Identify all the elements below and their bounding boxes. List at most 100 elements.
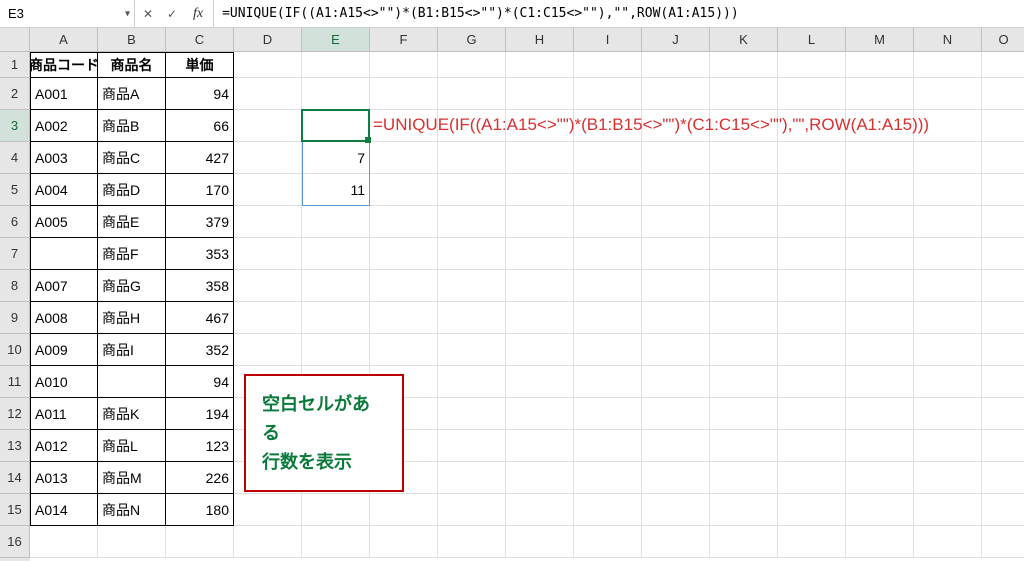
cells-area[interactable]: 商品コード商品名単価A001商品A94A002商品B66A003商品C4277A… — [30, 52, 1024, 561]
cell-L16[interactable] — [778, 526, 846, 558]
cell-M9[interactable] — [846, 302, 914, 334]
cell-M8[interactable] — [846, 270, 914, 302]
cell-F7[interactable] — [370, 238, 438, 270]
cell-C10[interactable]: 352 — [166, 334, 234, 366]
cell-J15[interactable] — [642, 494, 710, 526]
cell-L1[interactable] — [778, 52, 846, 78]
cell-K9[interactable] — [710, 302, 778, 334]
row-header-9[interactable]: 9 — [0, 302, 30, 334]
cell-L9[interactable] — [778, 302, 846, 334]
cell-L13[interactable] — [778, 430, 846, 462]
cell-G4[interactable] — [438, 142, 506, 174]
cell-G14[interactable] — [438, 462, 506, 494]
name-box[interactable] — [0, 0, 134, 27]
col-header-E[interactable]: E — [302, 28, 370, 52]
cell-C9[interactable]: 467 — [166, 302, 234, 334]
cell-J2[interactable] — [642, 78, 710, 110]
cell-I8[interactable] — [574, 270, 642, 302]
cell-G11[interactable] — [438, 366, 506, 398]
row-header-11[interactable]: 11 — [0, 366, 30, 398]
cell-H15[interactable] — [506, 494, 574, 526]
row-header-15[interactable]: 15 — [0, 494, 30, 526]
cell-M2[interactable] — [846, 78, 914, 110]
cell-A12[interactable]: A011 — [30, 398, 98, 430]
row-header-12[interactable]: 12 — [0, 398, 30, 430]
cell-A15[interactable]: A014 — [30, 494, 98, 526]
cell-K11[interactable] — [710, 366, 778, 398]
cell-B12[interactable]: 商品K — [98, 398, 166, 430]
cell-K16[interactable] — [710, 526, 778, 558]
cell-K1[interactable] — [710, 52, 778, 78]
cell-A8[interactable]: A007 — [30, 270, 98, 302]
cell-B11[interactable] — [98, 366, 166, 398]
cell-B15[interactable]: 商品N — [98, 494, 166, 526]
cell-F15[interactable] — [370, 494, 438, 526]
cell-H14[interactable] — [506, 462, 574, 494]
cell-I12[interactable] — [574, 398, 642, 430]
cell-E6[interactable] — [302, 206, 370, 238]
cell-A9[interactable]: A008 — [30, 302, 98, 334]
cell-G2[interactable] — [438, 78, 506, 110]
cell-B5[interactable]: 商品D — [98, 174, 166, 206]
cell-N14[interactable] — [914, 462, 982, 494]
cell-L15[interactable] — [778, 494, 846, 526]
col-header-K[interactable]: K — [710, 28, 778, 52]
cell-H6[interactable] — [506, 206, 574, 238]
cell-B14[interactable]: 商品M — [98, 462, 166, 494]
cell-M7[interactable] — [846, 238, 914, 270]
cell-D8[interactable] — [234, 270, 302, 302]
col-header-B[interactable]: B — [98, 28, 166, 52]
cell-N4[interactable] — [914, 142, 982, 174]
row-header-16[interactable]: 16 — [0, 526, 30, 558]
cell-B3[interactable]: 商品B — [98, 110, 166, 142]
cell-O13[interactable] — [982, 430, 1024, 462]
cell-B9[interactable]: 商品H — [98, 302, 166, 334]
cell-H8[interactable] — [506, 270, 574, 302]
cell-J8[interactable] — [642, 270, 710, 302]
cell-F1[interactable] — [370, 52, 438, 78]
cell-G1[interactable] — [438, 52, 506, 78]
cell-A13[interactable]: A012 — [30, 430, 98, 462]
cell-K13[interactable] — [710, 430, 778, 462]
cell-H16[interactable] — [506, 526, 574, 558]
cell-L12[interactable] — [778, 398, 846, 430]
cell-F2[interactable] — [370, 78, 438, 110]
cell-N15[interactable] — [914, 494, 982, 526]
cell-I7[interactable] — [574, 238, 642, 270]
cell-H7[interactable] — [506, 238, 574, 270]
cell-A11[interactable]: A010 — [30, 366, 98, 398]
cell-N6[interactable] — [914, 206, 982, 238]
cell-G5[interactable] — [438, 174, 506, 206]
cell-D15[interactable] — [234, 494, 302, 526]
cell-H11[interactable] — [506, 366, 574, 398]
cell-M4[interactable] — [846, 142, 914, 174]
cell-A5[interactable]: A004 — [30, 174, 98, 206]
cell-J1[interactable] — [642, 52, 710, 78]
cell-O11[interactable] — [982, 366, 1024, 398]
col-header-G[interactable]: G — [438, 28, 506, 52]
cell-L5[interactable] — [778, 174, 846, 206]
cell-D9[interactable] — [234, 302, 302, 334]
cell-O6[interactable] — [982, 206, 1024, 238]
chevron-down-icon[interactable]: ▾ — [125, 8, 130, 19]
cell-E15[interactable] — [302, 494, 370, 526]
cell-E7[interactable] — [302, 238, 370, 270]
cell-F16[interactable] — [370, 526, 438, 558]
cell-N2[interactable] — [914, 78, 982, 110]
cell-I4[interactable] — [574, 142, 642, 174]
cell-C15[interactable]: 180 — [166, 494, 234, 526]
cell-O3[interactable] — [982, 110, 1024, 142]
row-header-13[interactable]: 13 — [0, 430, 30, 462]
col-header-O[interactable]: O — [982, 28, 1024, 52]
cell-G6[interactable] — [438, 206, 506, 238]
cell-C4[interactable]: 427 — [166, 142, 234, 174]
cell-A6[interactable]: A005 — [30, 206, 98, 238]
row-header-1[interactable]: 1 — [0, 52, 30, 78]
col-header-M[interactable]: M — [846, 28, 914, 52]
cell-D2[interactable] — [234, 78, 302, 110]
cell-C12[interactable]: 194 — [166, 398, 234, 430]
col-header-A[interactable]: A — [30, 28, 98, 52]
cell-L10[interactable] — [778, 334, 846, 366]
spreadsheet-grid[interactable]: ABCDEFGHIJKLMNO 12345678910111213141516 … — [0, 28, 1024, 561]
col-header-D[interactable]: D — [234, 28, 302, 52]
